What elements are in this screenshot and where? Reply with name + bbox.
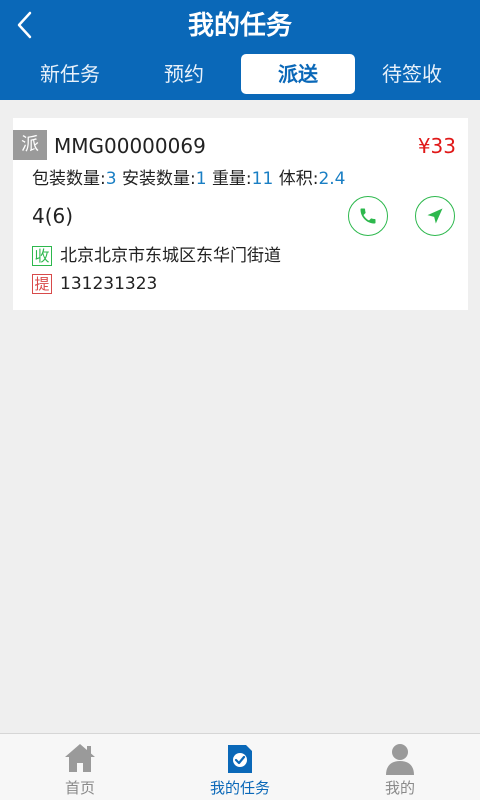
task-type-badge: 派 [13,130,47,160]
task-check-icon [228,745,252,773]
volume-value: 2.4 [318,169,346,189]
pickup-seal: 提 [32,274,52,294]
pack-count-value: 3 [105,169,117,189]
bottom-navigation: 首页 我的任务 我的 [0,733,480,800]
receive-address-row: 收北京北京市东城区东华门街道 [32,244,281,268]
order-price: ¥33 [417,134,456,158]
contact-phone[interactable]: 131231323 [60,274,157,294]
install-count-value: 1 [195,169,207,189]
delivery-address: 北京北京市东城区东华门街道 [60,246,281,266]
nav-profile[interactable]: 我的 [320,734,480,800]
install-count-label: 安装数量: [121,169,196,189]
package-specs: 包装数量:3 安装数量:1 重量:11 体积:2.4 [32,167,346,191]
nav-my-tasks-label: 我的任务 [209,779,270,797]
nav-profile-label: 我的 [384,779,415,797]
app-header: 我的任务 新任务 预约 派送 待签收 [0,0,480,100]
volume-label: 体积: [278,169,319,189]
nav-home[interactable]: 首页 [0,734,160,800]
order-number: MMG00000069 [54,134,206,158]
pickup-phone-row: 提 131231323 [32,272,157,296]
page-title: 我的任务 [187,11,292,41]
user-icon [386,744,414,775]
nav-home-label: 首页 [64,779,95,797]
weight-label: 重量: [211,169,252,189]
pack-count-label: 包装数量: [32,169,106,189]
nav-my-tasks[interactable]: 我的任务 [160,734,320,800]
receive-seal: 收 [32,246,52,266]
tab-delivery[interactable]: 派送 [241,54,355,94]
tab-pending-sign[interactable]: 待签收 [355,54,469,94]
call-button[interactable] [348,196,388,236]
home-icon [65,744,95,772]
task-tabs: 新任务 预约 派送 待签收 [0,54,480,94]
task-card[interactable]: 派 MMG00000069 ¥33 包装数量:3 安装数量:1 重量:11 体积… [13,118,468,310]
phone-icon [360,208,376,224]
tab-appointment[interactable]: 预约 [127,54,241,94]
item-quantity: 4(6) [32,204,74,228]
navigation-arrow-icon [427,208,443,224]
weight-value: 11 [251,169,274,189]
tab-new-tasks[interactable]: 新任务 [13,54,127,94]
navigate-button[interactable] [415,196,455,236]
